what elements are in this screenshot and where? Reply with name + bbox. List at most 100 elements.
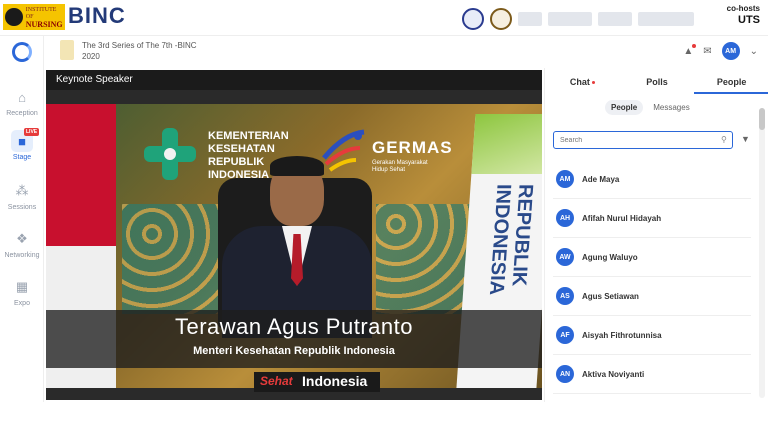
- tab-label: Chat: [569, 77, 590, 87]
- event-title-line-2: 2020: [82, 52, 100, 61]
- speaker-hair: [270, 156, 324, 176]
- avatar: AW: [556, 248, 574, 266]
- sehat-text: Sehat: [260, 374, 293, 388]
- tab-chat[interactable]: Chat: [545, 68, 620, 94]
- list-item[interactable]: AM Ade Maya: [553, 160, 751, 199]
- logo-line-1: INSTITUTE OF: [25, 6, 57, 20]
- person-name: Afifah Nurul Hidayah: [582, 213, 662, 223]
- germas-subtitle: Gerakan Masyarakat Hidup Sehat: [372, 160, 428, 174]
- sponsor-logo-icon: [548, 12, 592, 26]
- subtab-messages[interactable]: Messages: [647, 100, 695, 115]
- university-seal-icon: [5, 8, 23, 26]
- speaker-name: Terawan Agus Putranto: [175, 314, 413, 339]
- avatar: AN: [556, 365, 574, 383]
- germas-sub-line-2: Hidup Sehat: [372, 167, 406, 173]
- list-item[interactable]: AF Aisyah Fithrotunnisa: [553, 316, 751, 355]
- list-item[interactable]: AH Afifah Nurul Hidayah: [553, 199, 751, 238]
- unread-dot: [591, 81, 595, 85]
- event-title-line-1: The 3rd Series of The 7th -BINC: [82, 41, 197, 50]
- video-player[interactable]: KEMENTERIAN KESEHATAN REPUBLIK INDONESIA…: [46, 90, 542, 400]
- banner-green: [471, 114, 542, 174]
- person-name: Ade Maya: [582, 174, 620, 184]
- left-nav: ⌂ Reception ■ LIVE Stage ⁂ Sessions ❖ Ne…: [0, 36, 44, 402]
- event-page: INSTITUTE OF NURSING BINC co-hosts UTS ⌂…: [0, 0, 768, 432]
- video-frame: KEMENTERIAN KESEHATAN REPUBLIK INDONESIA…: [46, 104, 542, 392]
- panel-tabs: Chat Polls People: [545, 68, 768, 94]
- germas-logo-icon: [322, 129, 365, 172]
- user-avatar[interactable]: AM: [721, 42, 740, 60]
- nav-label: Networking: [4, 252, 40, 259]
- tab-people[interactable]: People: [694, 68, 768, 94]
- indonesia-text: Indonesia: [302, 373, 368, 389]
- sponsor-seal-icon: [490, 8, 512, 30]
- notification-dot: [692, 43, 697, 48]
- search-input[interactable]: [553, 131, 733, 149]
- germas-text: GERMAS: [372, 138, 453, 157]
- event-title: The 3rd Series of The 7th -BINC 2020: [82, 40, 197, 62]
- person-name: Agus Setiawan: [582, 291, 639, 301]
- people-list: AM Ade Maya AH Afifah Nurul Hidayah AW A…: [553, 160, 751, 394]
- tab-polls[interactable]: Polls: [620, 68, 695, 94]
- scrollbar-thumb[interactable]: [759, 108, 765, 130]
- nav-item-sessions[interactable]: ⁂ Sessions: [0, 180, 44, 211]
- sessions-icon: ⁂: [15, 183, 29, 198]
- search-icon: ⚲: [721, 135, 727, 144]
- chevron-down-icon[interactable]: ⌄: [750, 46, 758, 57]
- avatar: AM: [556, 170, 574, 188]
- institute-nursing-logo: INSTITUTE OF NURSING: [3, 4, 65, 30]
- booth-icon: ▦: [15, 279, 29, 294]
- tab-label: People: [716, 77, 747, 87]
- kemkes-line-1: KEMENTERIAN: [208, 130, 289, 142]
- subtab-people[interactable]: People: [605, 100, 644, 115]
- nav-label: Reception: [6, 110, 38, 117]
- speaker-role: Menteri Kesehatan Republik Indonesia: [193, 345, 395, 357]
- nav-item-networking[interactable]: ❖ Networking: [0, 228, 44, 259]
- avatar: AS: [556, 287, 574, 305]
- nav-item-reception[interactable]: ⌂ Reception: [0, 86, 44, 118]
- bell-icon[interactable]: ▲: [683, 43, 697, 57]
- side-panel: Chat Polls People People Messages ⚲ ▼ AM…: [544, 68, 768, 402]
- germas-sub-line-1: Gerakan Masyarakat: [372, 160, 428, 166]
- list-item[interactable]: AN Aktiva Noviyanti: [553, 355, 751, 394]
- sponsor-seal-icon: [462, 8, 484, 30]
- sehat-indonesia-logo: Sehat Indonesia: [254, 372, 380, 392]
- hku-logo-icon: [518, 12, 542, 26]
- sponsor-banner: INSTITUTE OF NURSING BINC co-hosts UTS: [0, 0, 768, 36]
- person-name: Agung Waluyo: [582, 252, 638, 262]
- app-logo-icon[interactable]: [12, 42, 32, 62]
- live-badge: LIVE: [24, 128, 40, 136]
- event-logo-icon: [60, 40, 74, 60]
- person-name: Aisyah Fithrotunnisa: [582, 330, 662, 340]
- header-actions: ▲ ✉ AM ⌄: [683, 42, 758, 60]
- nav-item-expo[interactable]: ▦ Expo: [0, 276, 44, 307]
- nus-logo-icon: [598, 12, 632, 26]
- filter-icon[interactable]: ▼: [741, 134, 750, 144]
- kemkes-logo-icon: [144, 128, 196, 180]
- avatar: AH: [556, 209, 574, 227]
- flag-red: [46, 104, 116, 246]
- kemkes-line-2: KESEHATAN: [208, 143, 275, 155]
- stage-title: Keynote Speaker: [46, 70, 542, 90]
- binc-logo: BINC: [68, 3, 126, 28]
- list-item[interactable]: AW Agung Waluyo: [553, 238, 751, 277]
- home-icon: ⌂: [18, 89, 26, 105]
- batik-pattern: [376, 204, 476, 314]
- uts-logo: UTS: [738, 14, 760, 26]
- avatar: AF: [556, 326, 574, 344]
- tab-label: Polls: [646, 77, 668, 87]
- nav-label: Expo: [14, 300, 30, 307]
- sponsor-logos: [462, 8, 694, 30]
- sponsor-logo-icon: [638, 12, 694, 26]
- nav-item-stage[interactable]: ■ LIVE Stage: [0, 128, 44, 161]
- list-item[interactable]: AS Agus Setiawan: [553, 277, 751, 316]
- nav-label: Stage: [12, 154, 32, 161]
- event-header: The 3rd Series of The 7th -BINC 2020 ▲ ✉…: [44, 36, 768, 68]
- mail-icon[interactable]: ✉: [703, 46, 711, 57]
- handshake-icon: ❖: [16, 231, 28, 246]
- logo-line-2: NURSING: [25, 19, 63, 29]
- person-name: Aktiva Noviyanti: [582, 369, 645, 379]
- people-subtabs: People Messages: [605, 100, 696, 115]
- cohosts-label: co-hosts: [726, 4, 760, 13]
- scrollbar-track[interactable]: [759, 108, 765, 398]
- nav-label: Sessions: [7, 204, 37, 211]
